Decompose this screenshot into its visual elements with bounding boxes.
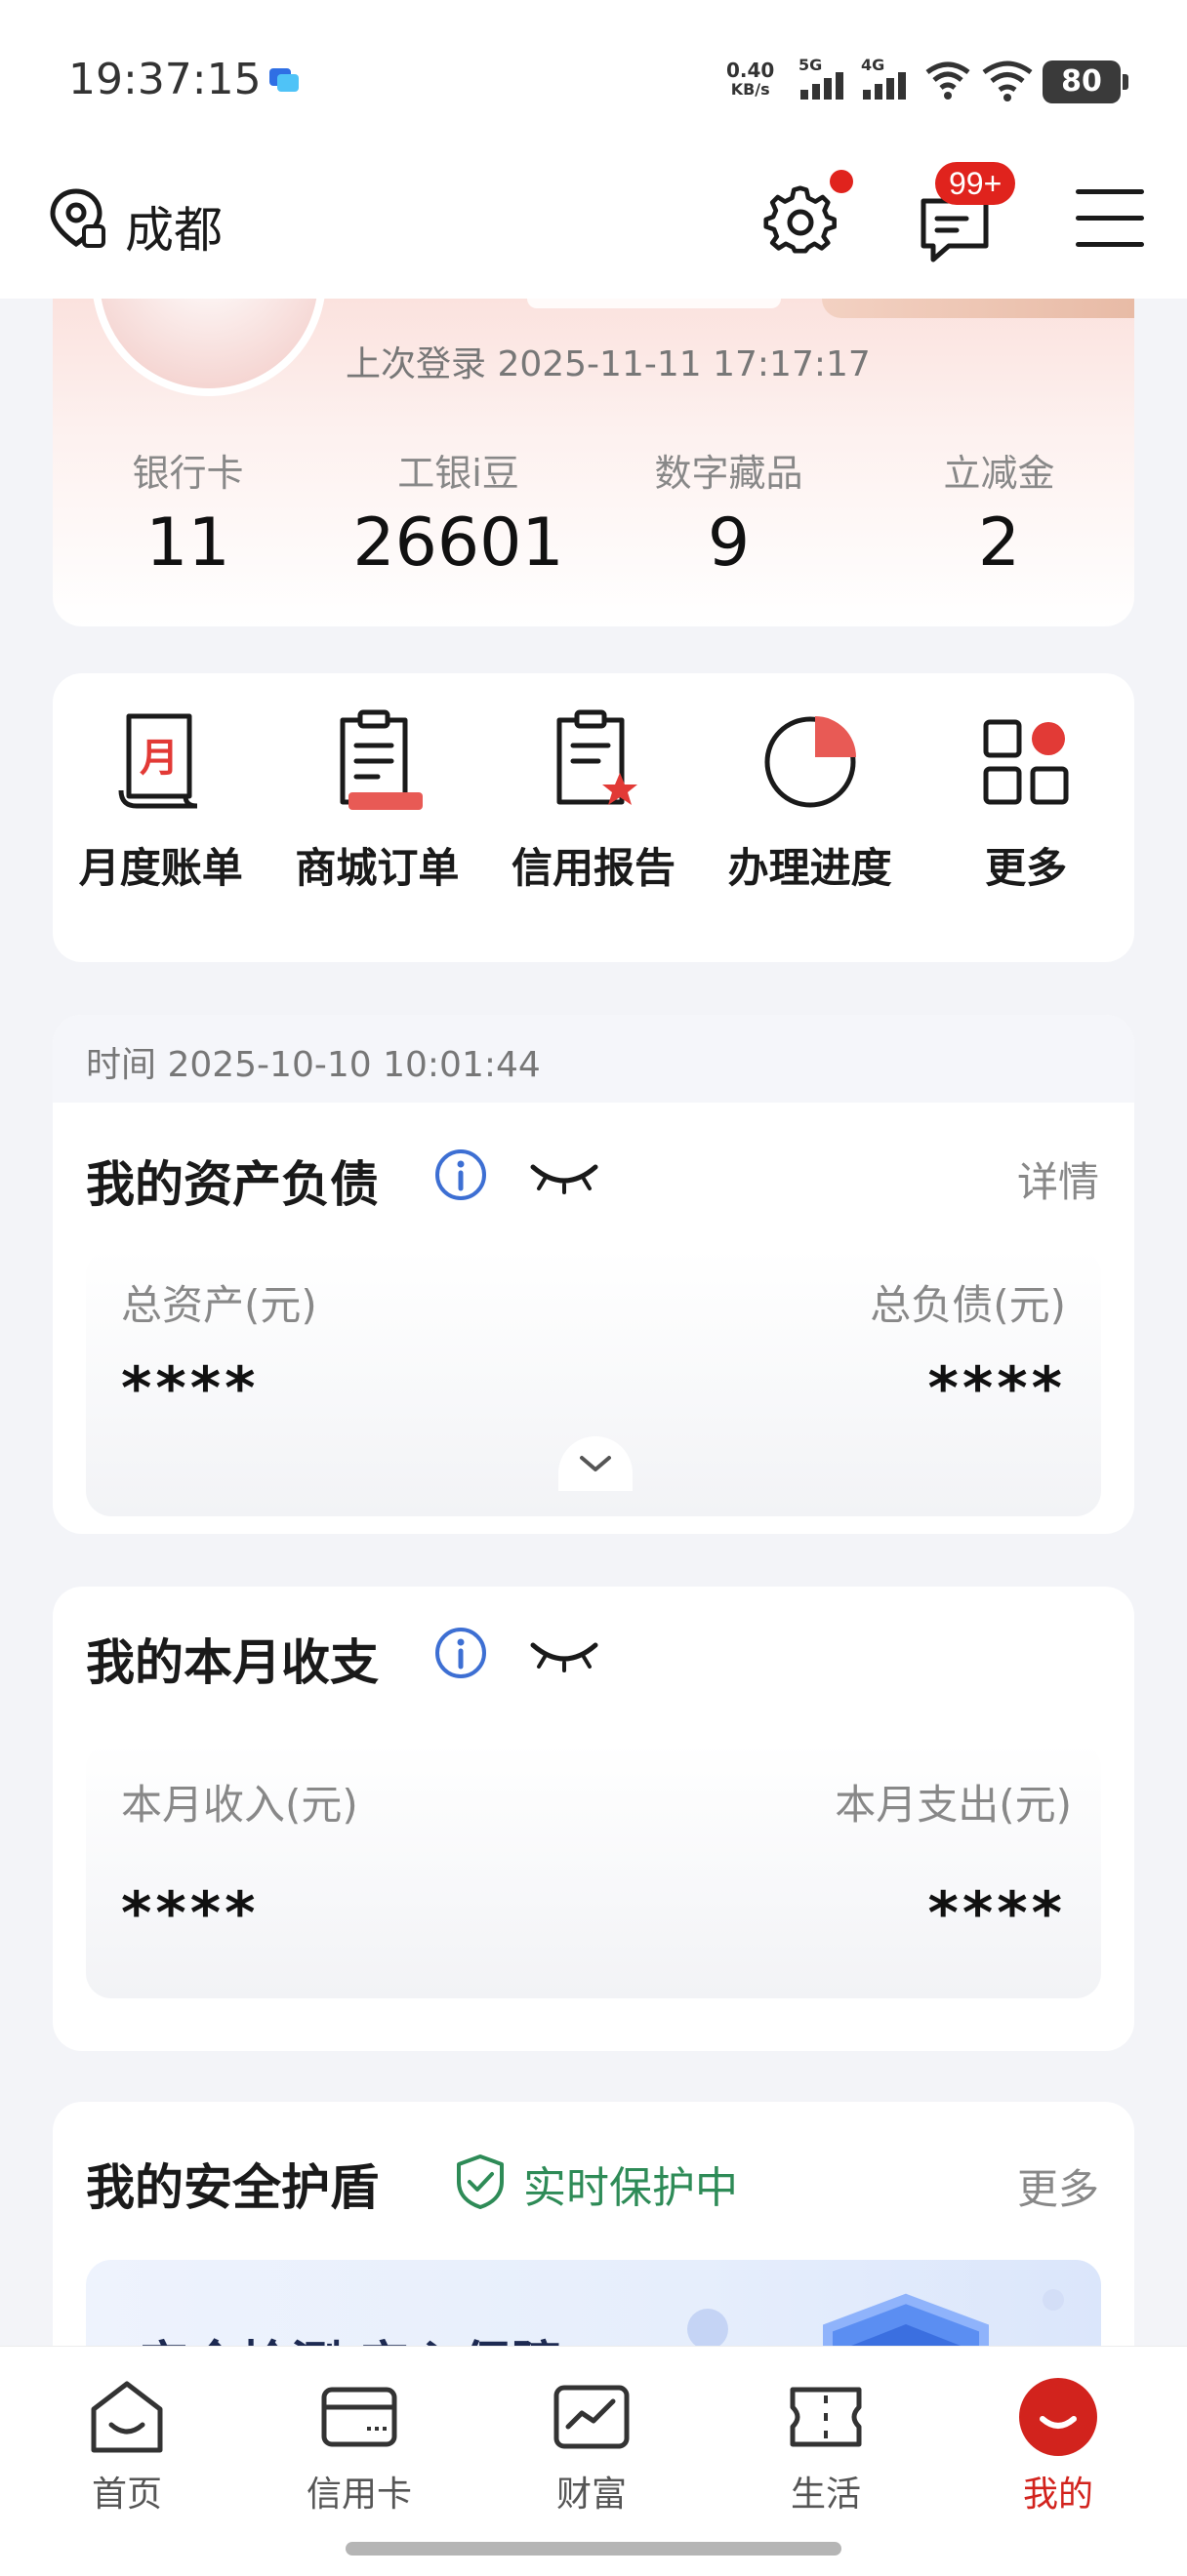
shield-check-icon (457, 2154, 504, 2209)
network-speed-unit: KB/s (730, 80, 770, 99)
shortcut-grid: 月 月度账单 商城订单 信用报告 办理进度 更多 (53, 673, 1134, 962)
signal-4g-label: 4G (861, 56, 884, 74)
stat-label: 银行卡 (132, 452, 244, 495)
progress-icon (764, 716, 856, 808)
profile-banner-decoration (822, 299, 1134, 318)
home-icon (91, 2381, 163, 2453)
bottom-navigation: 首页 信用卡 财富 生活 我的 (0, 2346, 1187, 2576)
nav-life[interactable]: 生活 (738, 2376, 914, 2516)
signal-5g-label: 5G (798, 56, 822, 74)
total-assets-label: 总资产(元) (121, 1281, 317, 1329)
network-speed-value: 0.40 (726, 59, 775, 82)
life-ticket-icon (790, 2387, 862, 2447)
monthly-bill-icon: 月 (118, 713, 197, 809)
nav-credit-card[interactable]: 信用卡 (271, 2376, 447, 2516)
battery-indicator: 80 (1043, 60, 1128, 103)
assets-liabilities-card: 时间 2025-10-10 10:01:44 我的资产负债 详情 总资产(元) … (53, 1015, 1134, 1534)
hamburger-menu-icon[interactable] (1076, 189, 1144, 250)
message-count-badge: 99+ (935, 162, 1016, 205)
monthly-bill-glyph: 月 (140, 736, 179, 781)
monthly-income-expense-card: 我的本月收支 本月收入(元) **** 本月支出(元) **** (53, 1587, 1134, 2051)
credit-card-icon (321, 2387, 397, 2447)
nav-label: 生活 (790, 2475, 861, 2515)
shortcut-credit-report[interactable]: 信用报告 (485, 708, 702, 962)
settings-notification-dot (830, 170, 853, 193)
stat-label: 数字藏品 (654, 452, 803, 495)
shortcut-monthly-bill[interactable]: 月 月度账单 (53, 708, 269, 962)
home-indicator[interactable] (346, 2542, 841, 2556)
stat-icbc-beans[interactable]: 工银i豆 26601 (323, 443, 594, 582)
monthly-title: 我的本月收支 (86, 1634, 379, 1691)
location-city[interactable]: 成都 (125, 191, 223, 262)
assets-update-time: 时间 2025-10-10 10:01:44 (86, 1045, 541, 1085)
nav-my[interactable]: 我的 (970, 2376, 1146, 2516)
stat-digital-collectibles[interactable]: 数字藏品 9 (594, 443, 864, 582)
shortcut-mall-orders[interactable]: 商城订单 (269, 708, 486, 962)
assets-title: 我的资产负债 (86, 1156, 379, 1213)
status-bar: 19:37:15 0.40 KB/s 5G 4G 80 (0, 0, 1187, 156)
last-login-time: 上次登录 2025-11-11 17:17:17 (346, 344, 871, 384)
shield-title: 我的安全护盾 (86, 2159, 379, 2216)
info-icon[interactable] (433, 1626, 488, 1680)
banner-bubble (687, 2309, 728, 2350)
eye-closed-icon[interactable] (529, 1637, 599, 1672)
signal-5g-icon: 5G (798, 56, 843, 100)
credit-report-icon (556, 709, 637, 805)
nav-label: 财富 (555, 2475, 627, 2515)
monthly-summary-box: 本月收入(元) **** 本月支出(元) **** (86, 1743, 1101, 1998)
info-icon[interactable] (433, 1147, 488, 1202)
shortcut-more[interactable]: 更多 (918, 708, 1134, 962)
chevron-down-icon (580, 1456, 611, 1471)
wealth-chart-icon (553, 2385, 630, 2449)
nav-wealth[interactable]: 财富 (504, 2376, 679, 2516)
settings-gear-icon[interactable] (763, 185, 838, 260)
stat-label: 立减金 (943, 452, 1055, 495)
stat-bank-cards[interactable]: 银行卡 11 (53, 443, 323, 582)
total-liabilities-label: 总负债(元) (870, 1281, 1066, 1329)
assets-time-bar: 时间 2025-10-10 10:01:44 (53, 1015, 1134, 1103)
shield-more-link[interactable]: 更多 (1017, 2156, 1099, 2216)
stat-value: 26601 (352, 504, 564, 582)
wifi-icon (982, 60, 1033, 101)
shortcut-label: 更多 (985, 844, 1068, 892)
location-pin-icon[interactable] (49, 187, 107, 252)
total-liabilities-value: **** (927, 1354, 1066, 1423)
profile-stats: 银行卡 11 工银i豆 26601 数字藏品 9 立减金 2 (53, 443, 1134, 582)
wifi-plus-icon (925, 61, 970, 100)
top-header: 成都 99+ (0, 156, 1187, 299)
shield-status: 实时保护中 (523, 2163, 738, 2213)
shortcut-label: 办理进度 (727, 844, 892, 892)
stat-value: 2 (977, 504, 1021, 582)
shortcut-label: 商城订单 (295, 844, 460, 892)
stat-label: 工银i豆 (397, 452, 519, 495)
nav-label: 我的 (1022, 2475, 1093, 2515)
stat-discount-vouchers[interactable]: 立减金 2 (864, 443, 1134, 582)
profile-card: 上次登录 2025-11-11 17:17:17 银行卡 11 工银i豆 266… (53, 299, 1134, 626)
more-grid-icon (983, 719, 1069, 805)
eye-closed-icon[interactable] (529, 1159, 599, 1194)
shortcut-label: 信用报告 (511, 844, 675, 892)
my-icon (1019, 2378, 1097, 2456)
monthly-income-label: 本月收入(元) (121, 1781, 358, 1829)
assets-detail-link[interactable]: 详情 (1017, 1149, 1099, 1209)
monthly-expense-label: 本月支出(元) (835, 1781, 1072, 1829)
monthly-income-value: **** (121, 1879, 260, 1948)
nav-label: 信用卡 (306, 2475, 412, 2515)
monthly-expense-value: **** (927, 1879, 1066, 1948)
total-assets-value: **** (121, 1354, 260, 1423)
status-time: 19:37:15 (68, 55, 262, 104)
nav-label: 首页 (91, 2475, 162, 2515)
stat-value: 9 (707, 504, 751, 582)
shortcut-label: 月度账单 (78, 844, 243, 892)
avatar[interactable] (92, 299, 326, 396)
app-notification-icon (269, 68, 299, 92)
member-level-chip[interactable] (527, 299, 781, 308)
mall-order-icon (340, 709, 424, 810)
stat-value: 11 (145, 504, 230, 582)
banner-bubble-small (1043, 2289, 1064, 2311)
signal-4g-icon: 4G (861, 56, 906, 100)
shortcut-progress[interactable]: 办理进度 (702, 708, 919, 962)
network-speed: 0.40 KB/s (726, 60, 774, 100)
nav-home[interactable]: 首页 (39, 2376, 215, 2516)
